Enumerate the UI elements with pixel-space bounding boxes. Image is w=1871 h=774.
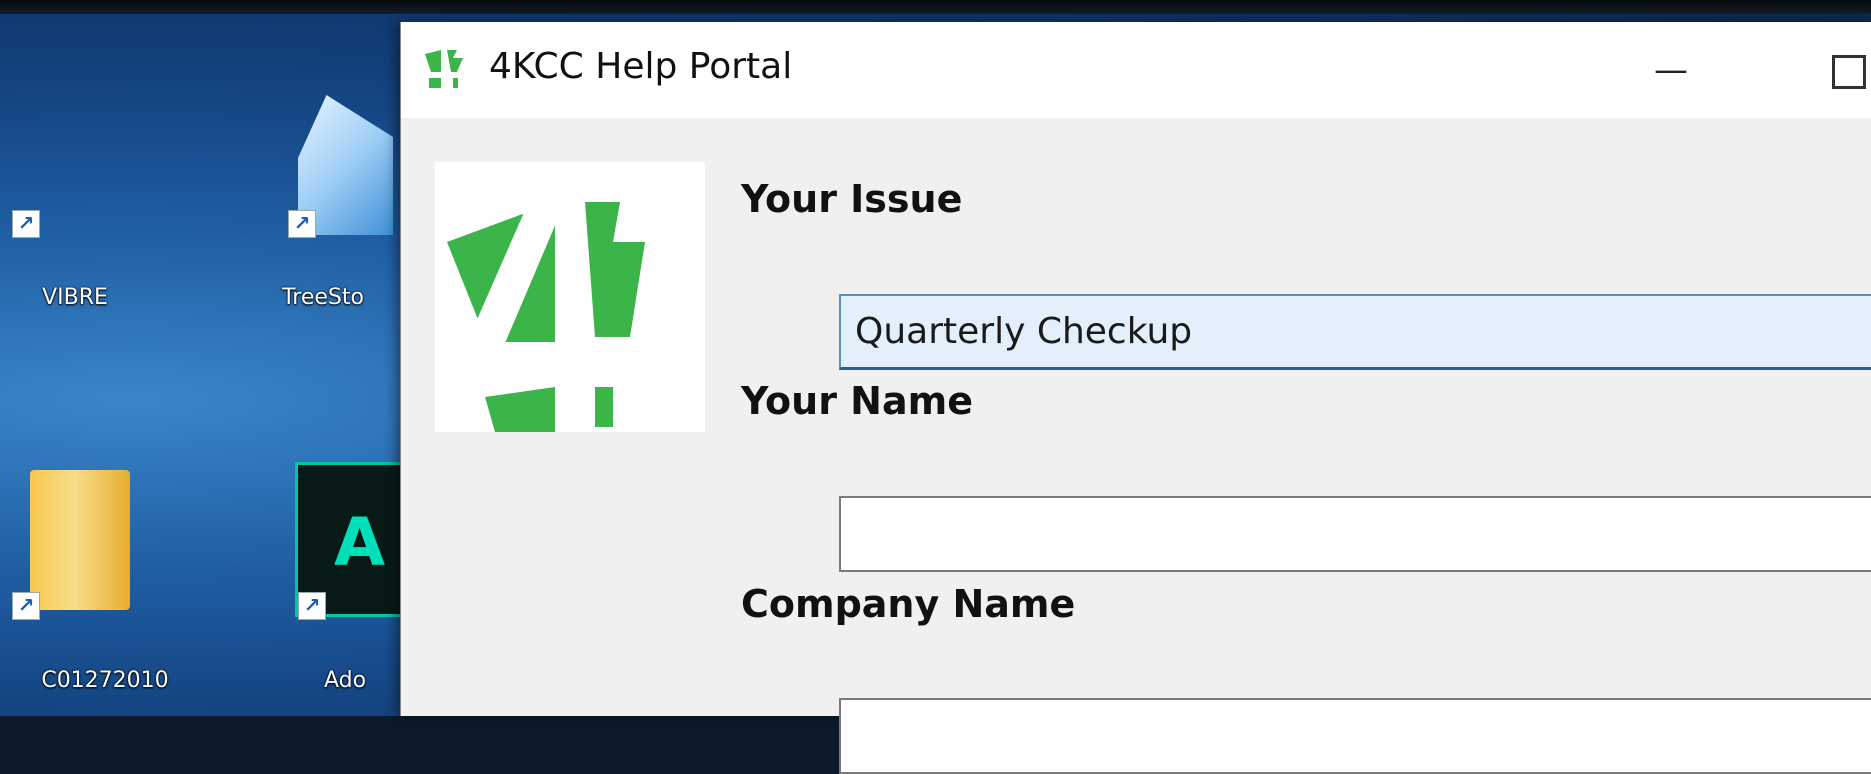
your-issue-field[interactable]: Quarterly Checkup	[839, 294, 1871, 370]
maximize-button[interactable]	[1819, 46, 1871, 94]
logo-mark-icon	[447, 192, 645, 432]
your-name-label: Your Name	[741, 379, 973, 423]
help-portal-window: 4KCC Help Portal — Your Issue Quarterly …	[400, 22, 1871, 774]
desktop-icon-label: Ado	[323, 668, 367, 693]
company-logo	[435, 162, 705, 432]
company-name-label: Company Name	[741, 582, 1076, 626]
your-issue-label: Your Issue	[741, 177, 963, 221]
desktop-icon-adobe[interactable]: A ↗ Ado	[0, 0, 410, 716]
company-name-field[interactable]	[839, 698, 1871, 774]
minimize-button[interactable]: —	[1641, 46, 1701, 94]
app-logo-icon	[425, 50, 463, 88]
window-title: 4KCC Help Portal	[489, 46, 793, 87]
your-name-field[interactable]	[839, 496, 1871, 572]
shortcut-arrow-icon: ↗	[298, 592, 326, 620]
window-titlebar[interactable]: 4KCC Help Portal —	[401, 22, 1871, 118]
maximize-icon	[1832, 54, 1866, 89]
